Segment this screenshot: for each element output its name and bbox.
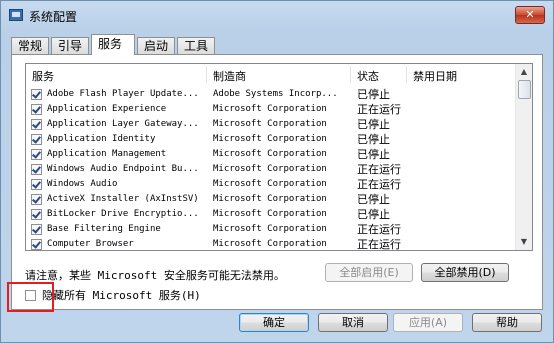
service-status: 正在运行 xyxy=(357,223,401,236)
service-status: 已停止 xyxy=(357,193,390,206)
column-disabled-date[interactable]: 禁用日期 xyxy=(413,68,457,84)
table-row[interactable]: Application Management Microsoft Corporat… xyxy=(26,147,516,162)
service-checkbox[interactable] xyxy=(31,104,42,115)
scroll-down-arrow-icon[interactable]: ▼ xyxy=(516,234,532,250)
apply-button[interactable]: 应用(A) xyxy=(393,313,463,332)
service-checkbox[interactable] xyxy=(31,119,42,130)
service-status: 已停止 xyxy=(357,133,390,146)
service-name: Adobe Flash Player Update... xyxy=(47,89,199,99)
service-checkbox[interactable] xyxy=(31,89,42,100)
service-checkbox[interactable] xyxy=(31,179,42,190)
service-status: 已停止 xyxy=(357,118,390,131)
service-manufacturer: Microsoft Corporation xyxy=(213,239,327,249)
column-header: 服务 制造商 状态 禁用日期 xyxy=(26,64,516,86)
close-button[interactable]: ✕ xyxy=(515,6,545,24)
service-checkbox[interactable] xyxy=(31,164,42,175)
table-row[interactable]: BitLocker Drive Encryptio... Microsoft Co… xyxy=(26,207,516,222)
service-status: 已停止 xyxy=(357,208,390,221)
service-name: Windows Audio xyxy=(47,179,118,189)
service-checkbox[interactable] xyxy=(31,239,42,250)
service-manufacturer: Microsoft Corporation xyxy=(213,179,327,189)
disable-all-button[interactable]: 全部禁用(D) xyxy=(421,263,509,282)
service-status: 已停止 xyxy=(357,88,390,101)
service-status: 正在运行 xyxy=(357,163,401,176)
service-checkbox[interactable] xyxy=(31,134,42,145)
service-status: 正在运行 xyxy=(357,103,401,116)
hide-microsoft-services-label: 隐藏所有 Microsoft 服务(H) xyxy=(42,289,201,302)
table-row[interactable]: Adobe Flash Player Update... Adobe System… xyxy=(26,87,516,102)
tab-startup[interactable]: 启动 xyxy=(137,37,175,54)
service-name: Application Management xyxy=(47,149,167,159)
tab-general[interactable]: 常规 xyxy=(11,37,49,54)
service-checkbox[interactable] xyxy=(31,209,42,220)
system-config-window: 系统配置 ✕ 常规 引导 服务 启动 工具 服务 制造商 状态 禁用日期 Ado… xyxy=(0,0,554,343)
table-row[interactable]: Windows Audio Microsoft Corporation 正在运行 xyxy=(26,177,516,192)
table-row[interactable]: Base Filtering Engine Microsoft Corporati… xyxy=(26,222,516,237)
service-manufacturer: Microsoft Corporation xyxy=(213,119,327,129)
column-status[interactable]: 状态 xyxy=(357,68,379,84)
service-checkbox[interactable] xyxy=(31,194,42,205)
service-manufacturer: Microsoft Corporation xyxy=(213,194,327,204)
service-manufacturer: Microsoft Corporation xyxy=(213,149,327,159)
table-row[interactable]: Windows Audio Endpoint Bu... Microsoft Co… xyxy=(26,162,516,177)
service-manufacturer: Microsoft Corporation xyxy=(213,134,327,144)
service-manufacturer: Microsoft Corporation xyxy=(213,104,327,114)
service-manufacturer: Adobe Systems Incorp... xyxy=(213,89,338,99)
tab-boot[interactable]: 引导 xyxy=(51,37,89,54)
service-checkbox[interactable] xyxy=(31,149,42,160)
service-manufacturer: Microsoft Corporation xyxy=(213,164,327,174)
service-checkbox[interactable] xyxy=(31,224,42,235)
service-status: 正在运行 xyxy=(357,238,401,251)
service-manufacturer: Microsoft Corporation xyxy=(213,224,327,234)
cancel-button[interactable]: 取消 xyxy=(318,313,388,332)
service-name: ActiveX Installer (AxInstSV) xyxy=(47,194,199,204)
column-service[interactable]: 服务 xyxy=(32,68,54,84)
table-row[interactable]: Application Identity Microsoft Corporatio… xyxy=(26,132,516,147)
scroll-up-arrow-icon[interactable]: ▲ xyxy=(516,64,532,80)
services-list[interactable]: 服务 制造商 状态 禁用日期 Adobe Flash Player Update… xyxy=(25,63,533,251)
service-name: Application Layer Gateway... xyxy=(47,119,199,129)
service-status: 已停止 xyxy=(357,148,390,161)
table-row[interactable]: Application Experience Microsoft Corporat… xyxy=(26,102,516,117)
service-name: Application Identity xyxy=(47,134,156,144)
security-note: 请注意，某些 Microsoft 安全服务可能无法禁用。 xyxy=(25,269,285,282)
system-config-icon xyxy=(9,9,23,21)
column-manufacturer[interactable]: 制造商 xyxy=(213,68,246,84)
vertical-scrollbar[interactable]: ▲ ▼ xyxy=(515,64,532,250)
window-title: 系统配置 xyxy=(29,10,78,24)
hide-microsoft-services-checkbox[interactable] xyxy=(25,290,36,301)
service-name: Application Experience xyxy=(47,104,167,114)
tab-services[interactable]: 服务 xyxy=(91,34,135,55)
scroll-thumb[interactable] xyxy=(518,80,531,99)
service-manufacturer: Microsoft Corporation xyxy=(213,209,327,219)
services-panel: 服务 制造商 状态 禁用日期 Adobe Flash Player Update… xyxy=(11,54,543,310)
enable-all-button[interactable]: 全部启用(E) xyxy=(325,263,413,282)
table-row[interactable]: Application Layer Gateway... Microsoft Co… xyxy=(26,117,516,132)
service-name: BitLocker Drive Encryptio... xyxy=(47,209,199,219)
service-name: Base Filtering Engine xyxy=(47,224,161,234)
tab-tools[interactable]: 工具 xyxy=(177,37,215,54)
help-button[interactable]: 帮助 xyxy=(472,313,542,332)
ok-button[interactable]: 确定 xyxy=(239,313,309,332)
table-row[interactable]: ActiveX Installer (AxInstSV) Microsoft Co… xyxy=(26,192,516,207)
table-row[interactable]: Computer Browser Microsoft Corporation 正在运… xyxy=(26,237,516,251)
service-name: Windows Audio Endpoint Bu... xyxy=(47,164,199,174)
title-bar[interactable]: 系统配置 ✕ xyxy=(1,1,553,29)
service-status: 正在运行 xyxy=(357,178,401,191)
service-name: Computer Browser xyxy=(47,239,134,249)
